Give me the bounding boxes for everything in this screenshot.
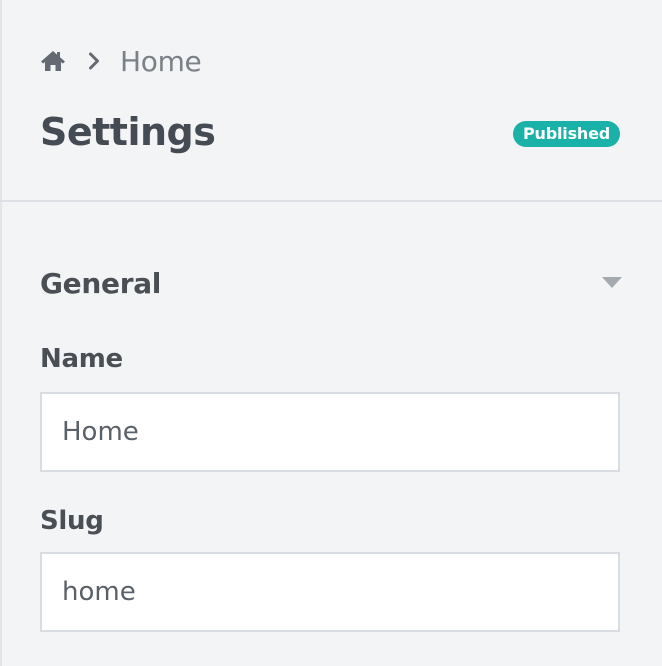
settings-header: Home Settings Published [0,0,662,200]
chevron-right-icon [86,51,102,71]
breadcrumb-current[interactable]: Home [120,45,202,78]
section-title: General [40,266,162,300]
breadcrumb: Home [40,44,202,78]
section-general-toggle[interactable]: General [40,260,622,306]
status-badge: Published [513,121,620,147]
page-title: Settings [40,110,216,154]
header-divider [0,200,662,202]
name-label: Name [40,344,123,374]
slug-label: Slug [40,506,104,536]
slug-input[interactable] [40,552,620,632]
home-icon[interactable] [40,48,66,74]
caret-down-icon[interactable] [602,277,622,289]
settings-panel: Home Settings Published General Name Slu… [0,0,662,666]
name-input[interactable] [40,392,620,472]
